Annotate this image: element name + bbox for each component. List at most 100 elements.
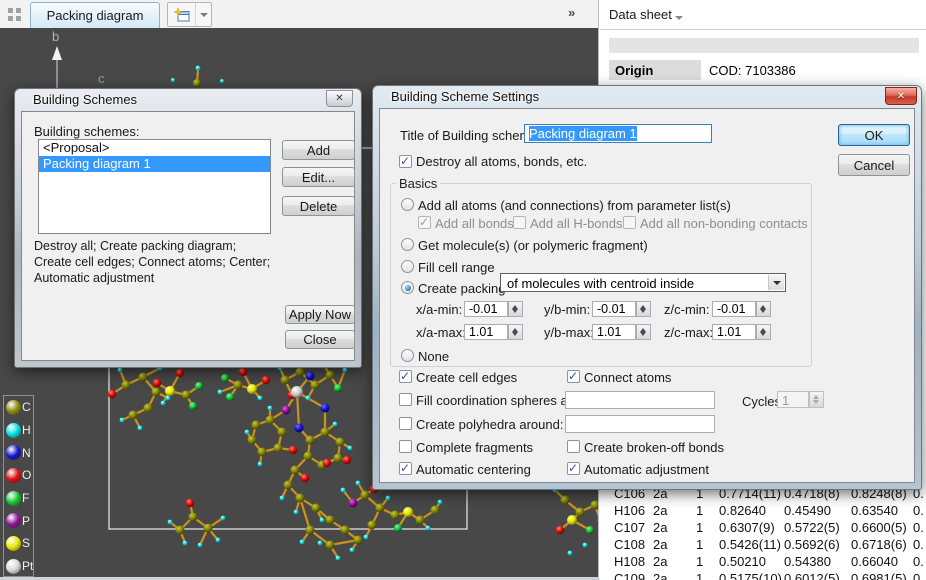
edit-button[interactable]: Edit... [282, 167, 355, 187]
table-cell: 2a [653, 520, 667, 535]
settings-close-button[interactable]: ✕ [885, 87, 917, 105]
range-input[interactable]: -0.01 [592, 301, 636, 317]
legend-item-O[interactable]: O [4, 464, 33, 487]
table-cell: 0. [913, 520, 924, 535]
table-cell: 0. [913, 537, 924, 552]
fill-cell-range-radio[interactable] [401, 260, 414, 273]
schemes-listbox[interactable]: <Proposal>Packing diagram 1 [38, 139, 271, 234]
legend-item-C[interactable]: C [4, 396, 33, 419]
create-polyhedra-input[interactable] [565, 415, 715, 433]
legend-item-P[interactable]: P [4, 509, 33, 532]
legend-label: H [22, 423, 31, 437]
table-cell: 0.5175(10) [719, 571, 782, 580]
range-input[interactable]: 1.01 [464, 324, 508, 340]
range-spin-buttons[interactable] [508, 324, 523, 340]
table-row[interactable]: H1062a10.826400.454900.635400. [599, 503, 926, 520]
range-spin-buttons[interactable] [636, 301, 651, 317]
scheme-title-input[interactable]: Packing diagram 1 [524, 124, 712, 143]
add-contacts-label: Add all non-bonding contacts [640, 217, 808, 230]
packing-mode-combobox[interactable]: of molecules with centroid inside [500, 273, 786, 292]
tab-overflow-chevron[interactable]: » [568, 5, 575, 20]
cycles-spin-buttons [809, 391, 824, 408]
new-view-split-button[interactable] [167, 2, 212, 27]
application-window: Packing diagram » [0, 0, 926, 580]
connect-atoms-checkbox[interactable] [567, 370, 580, 383]
destroy-all-label: Destroy all atoms, bonds, etc. [416, 155, 587, 168]
table-row[interactable]: C1082a10.5426(11)0.5692(6)0.6718(6)0. [599, 537, 926, 554]
close-button[interactable]: Close [285, 330, 355, 349]
range-label: z/c-min: [664, 303, 708, 316]
destroy-all-checkbox[interactable] [399, 155, 412, 168]
table-cell: 0. [913, 554, 924, 569]
add-all-bonds-checkbox [418, 216, 431, 229]
table-cell: 0. [913, 503, 924, 518]
create-cell-edges-checkbox[interactable] [399, 370, 412, 383]
add-button[interactable]: Add [282, 140, 355, 160]
automatic-centering-checkbox[interactable] [399, 462, 412, 475]
dock-grid-icon[interactable] [8, 8, 21, 21]
range-spin-buttons[interactable] [756, 324, 771, 340]
tab-label: Packing diagram [47, 8, 144, 23]
table-row[interactable]: C1072a10.6307(9)0.5722(5)0.6600(5)0. [599, 520, 926, 537]
scheme-list-item[interactable]: <Proposal> [39, 140, 270, 156]
complete-fragments-checkbox[interactable] [399, 440, 412, 453]
scheme-title-label: Title of Building scheme: [400, 129, 541, 142]
datasheet-header[interactable]: Data sheet [599, 0, 926, 30]
legend-item-F[interactable]: F [4, 487, 33, 510]
settings-title[interactable]: Building Scheme Settings [391, 89, 539, 106]
range-spin-buttons[interactable] [636, 324, 651, 340]
schemes-close-button[interactable]: ✕ [326, 90, 353, 107]
element-legend: C H N O F P S Pt [3, 395, 34, 577]
automatic-centering-label: Automatic centering [416, 463, 531, 476]
legend-label: P [22, 514, 30, 528]
fill-cell-range-label: Fill cell range [418, 261, 495, 274]
create-packing-radio[interactable] [401, 281, 414, 294]
range-input[interactable]: 1.01 [712, 324, 756, 340]
tab-packing-diagram[interactable]: Packing diagram [30, 2, 160, 28]
table-row[interactable]: H1082a10.502100.543800.660400. [599, 554, 926, 571]
settings-dialog-body: Title of Building scheme: Packing diagra… [379, 108, 915, 483]
combo-dropdown-arrow[interactable] [768, 275, 784, 290]
create-cell-edges-label: Create cell edges [416, 371, 517, 384]
datasheet-menu-arrow-icon[interactable] [675, 16, 683, 20]
building-schemes-title[interactable]: Building Schemes [33, 92, 137, 109]
ok-button[interactable]: OK [838, 124, 910, 146]
range-spin-buttons[interactable] [756, 301, 771, 317]
table-cell: H106 [614, 503, 645, 518]
fill-coordination-checkbox[interactable] [399, 393, 412, 406]
automatic-adjustment-checkbox[interactable] [567, 462, 580, 475]
cycles-input: 1 [777, 391, 809, 408]
table-row[interactable]: C1092a10.5175(10)0.6012(5)0.6981(5)0. [599, 571, 926, 580]
scheme-title-text: Packing diagram 1 [529, 126, 637, 141]
new-view-dropdown-arrow[interactable] [195, 3, 211, 26]
legend-label: N [22, 446, 31, 460]
apply-now-button[interactable]: Apply Now [285, 305, 355, 324]
create-polyhedra-checkbox[interactable] [399, 417, 412, 430]
create-broken-bonds-checkbox[interactable] [567, 440, 580, 453]
schemes-list-label: Building schemes: [34, 125, 140, 138]
none-radio[interactable] [401, 349, 414, 362]
range-spin-buttons[interactable] [508, 301, 523, 317]
cancel-button[interactable]: Cancel [838, 154, 910, 176]
fill-coordination-input[interactable] [565, 391, 715, 409]
range-input[interactable]: 1.01 [592, 324, 636, 340]
table-cell: 1 [696, 554, 703, 569]
legend-item-H[interactable]: H [4, 419, 33, 442]
table-cell: 1 [696, 571, 703, 580]
legend-item-N[interactable]: N [4, 441, 33, 464]
get-molecules-radio[interactable] [401, 238, 414, 251]
add-all-atoms-radio[interactable] [401, 198, 414, 211]
range-input[interactable]: -0.01 [712, 301, 756, 317]
axis-c-label: c [98, 71, 105, 86]
legend-label: S [22, 536, 30, 550]
create-broken-bonds-label: Create broken-off bonds [584, 441, 724, 454]
legend-item-S[interactable]: S [4, 532, 33, 555]
scheme-list-item[interactable]: Packing diagram 1 [39, 156, 270, 172]
legend-item-Pt[interactable]: Pt [4, 555, 33, 577]
range-label: x/a-min: [416, 303, 460, 316]
axis-b-label: b [52, 29, 59, 44]
packing-mode-value: of molecules with centroid inside [507, 276, 694, 291]
range-input[interactable]: -0.01 [464, 301, 508, 317]
add-all-hbonds-checkbox [513, 216, 526, 229]
delete-button[interactable]: Delete [282, 196, 355, 216]
